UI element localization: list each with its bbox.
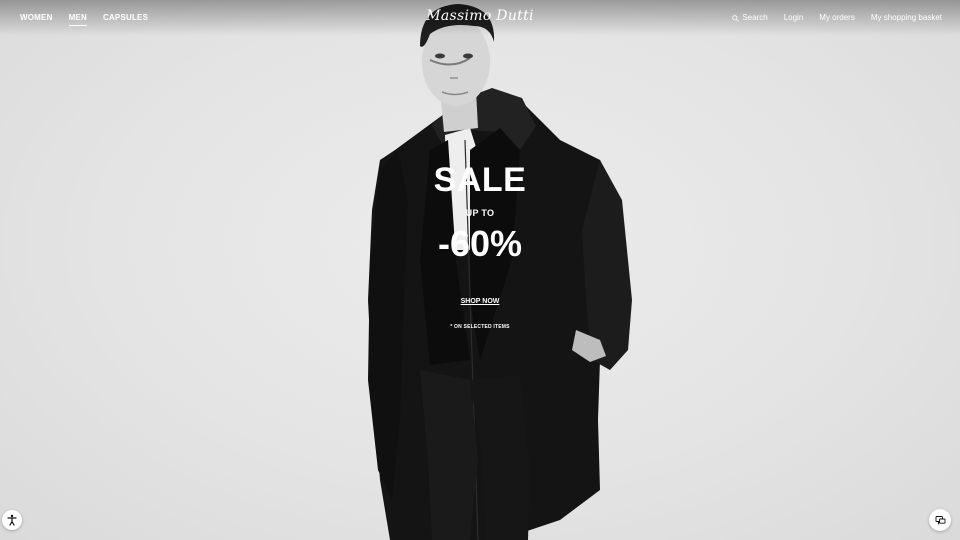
promo-title: SALE (433, 161, 527, 199)
search-icon (732, 14, 740, 22)
nav-capsules-link[interactable]: CAPSULES (103, 13, 148, 26)
user-nav: Search Login My orders My shopping baske… (732, 13, 942, 23)
main-category-nav: WOMEN MEN CAPSULES (20, 13, 148, 26)
my-orders-link[interactable]: My orders (819, 13, 855, 23)
accessibility-icon (7, 514, 17, 526)
login-link[interactable]: Login (784, 13, 804, 23)
top-navigation-bar: WOMEN MEN CAPSULES Massimo Dutti Search … (0, 0, 960, 36)
shopping-basket-link[interactable]: My shopping basket (871, 13, 942, 23)
sale-promo: SALE UP TO -60% SHOP NOW * ON SELECTED I… (380, 160, 580, 330)
brand-logo[interactable]: Massimo Dutti (420, 8, 540, 24)
nav-women-link[interactable]: WOMEN (20, 13, 53, 26)
promo-up-to: UP TO (465, 208, 495, 218)
search-label: Search (742, 13, 768, 22)
accessibility-button[interactable] (2, 510, 22, 530)
promo-discount: -60% (437, 223, 523, 264)
promo-disclaimer: * ON SELECTED ITEMS (450, 324, 510, 330)
nav-men-link[interactable]: MEN (68, 13, 87, 26)
chat-icon (935, 515, 945, 525)
shop-now-link[interactable]: SHOP NOW (461, 298, 500, 305)
chat-button[interactable] (929, 509, 951, 531)
search-button[interactable]: Search (732, 13, 768, 23)
page: WOMEN MEN CAPSULES Massimo Dutti Search … (0, 0, 960, 540)
